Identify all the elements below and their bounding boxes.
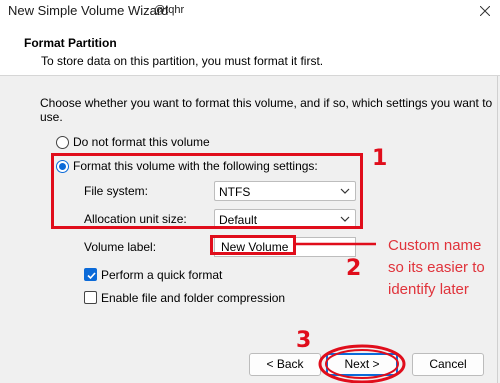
- annotation-circle-next: [318, 344, 406, 383]
- annotation-number-1: 1: [372, 146, 388, 171]
- annotation-note-line2: so its easier to: [388, 259, 485, 276]
- annotation-circle-next-inner: [325, 349, 399, 379]
- annotation-number-2: 2: [346, 256, 362, 281]
- annotation-note-line1: Custom name: [388, 237, 482, 254]
- annotation-note-line3: identify later: [388, 281, 469, 298]
- annotation-drawings: [296, 242, 406, 383]
- annotation-number-3: 3: [296, 328, 312, 353]
